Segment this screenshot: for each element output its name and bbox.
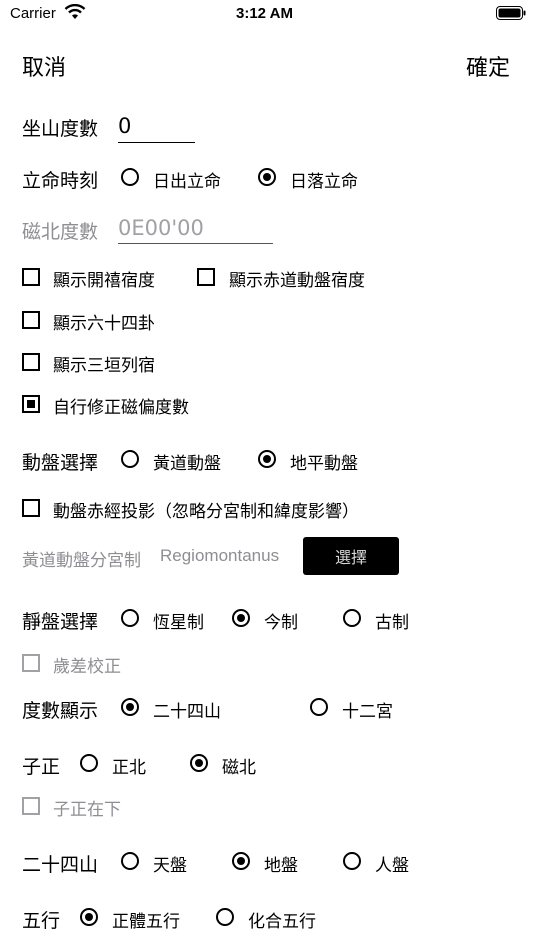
sitting-degree-input[interactable]: 0 [118,114,131,138]
show-64gua-checkbox[interactable] [22,311,40,329]
magnetic-north-input[interactable]: 0E00'00 [118,216,204,240]
sidereal-label[interactable]: 恆星制 [153,608,204,633]
earth-disc-radio[interactable] [232,852,250,870]
ecliptic-disc-radio[interactable] [121,450,139,468]
status-time: 3:12 AM [236,5,293,22]
magnetic-north-radio[interactable] [190,754,208,772]
modern-label[interactable]: 今制 [264,608,298,633]
sunrise-radio[interactable] [121,168,139,186]
true-north-radio[interactable] [80,754,98,772]
confirm-button[interactable]: 確定 [466,50,510,82]
magnetic-north-option-label[interactable]: 磁北 [222,753,256,778]
mountains24-label: 二十四山 [22,854,99,876]
horizon-disc-radio[interactable] [258,450,276,468]
degree-display-label: 度數顯示 [22,700,99,722]
precession-label[interactable]: 歲差校正 [53,652,121,677]
palaces12-radio[interactable] [310,698,328,716]
zizheng-below-checkbox[interactable] [22,797,40,815]
earth-disc-label[interactable]: 地盤 [264,851,298,876]
show-sanyuan-checkbox[interactable] [22,353,40,371]
show-64gua-label[interactable]: 顯示六十四卦 [53,309,155,334]
mountains24-display-label[interactable]: 二十四山 [153,697,221,722]
human-disc-radio[interactable] [343,852,361,870]
life-time-label: 立命時刻 [22,170,99,192]
show-equator-label[interactable]: 顯示赤道動盤宿度 [229,266,365,291]
projection-checkbox[interactable] [22,499,40,517]
ecliptic-disc-label[interactable]: 黃道動盤 [153,449,221,474]
magnetic-north-label: 磁北度數 [22,221,99,243]
magnetic-north-underline [118,243,273,244]
moving-disc-label: 動盤選擇 [22,452,99,474]
zizheng-below-label[interactable]: 子正在下 [53,795,121,820]
orthodox-elements-radio[interactable] [80,908,98,926]
show-kaixi-checkbox[interactable] [22,268,40,286]
select-house-system-button[interactable]: 選擇 [303,537,399,575]
carrier-label: Carrier [10,5,56,22]
ancient-radio[interactable] [343,609,361,627]
house-system-value: Regiomontanus [160,546,280,565]
sunset-label[interactable]: 日落立命 [290,167,358,192]
heaven-disc-radio[interactable] [121,852,139,870]
show-kaixi-label[interactable]: 顯示開禧宿度 [53,266,155,291]
cancel-button[interactable]: 取消 [22,50,66,82]
true-north-label[interactable]: 正北 [112,753,146,778]
sitting-degree-label: 坐山度數 [22,118,99,140]
ancient-label[interactable]: 古制 [375,608,409,633]
precession-checkbox[interactable] [22,654,40,672]
combined-elements-label[interactable]: 化合五行 [248,907,316,932]
horizon-disc-label[interactable]: 地平動盤 [290,449,358,474]
zizheng-label: 子正 [22,756,61,778]
show-equator-checkbox[interactable] [197,268,215,286]
orthodox-elements-label[interactable]: 正體五行 [112,907,180,932]
sunset-radio[interactable] [258,168,276,186]
house-system-label: 黃道動盤分宮制 [22,551,141,571]
heaven-disc-label[interactable]: 天盤 [153,851,187,876]
battery-icon [496,6,526,20]
palaces12-label[interactable]: 十二宮 [342,697,393,722]
wifi-icon [64,4,86,19]
modern-radio[interactable] [232,609,250,627]
sitting-degree-underline [118,142,195,143]
combined-elements-radio[interactable] [216,908,234,926]
self-correct-checkbox[interactable] [22,395,40,413]
human-disc-label[interactable]: 人盤 [375,851,409,876]
mountains24-display-radio[interactable] [121,698,139,716]
sidereal-radio[interactable] [121,609,139,627]
sunrise-label[interactable]: 日出立命 [153,167,221,192]
self-correct-label[interactable]: 自行修正磁偏度數 [53,393,189,418]
show-sanyuan-label[interactable]: 顯示三垣列宿 [53,351,155,376]
projection-label[interactable]: 動盤赤經投影（忽略分宮制和緯度影響） [53,497,359,522]
five-elements-label: 五行 [22,910,61,932]
static-disc-label: 靜盤選擇 [22,611,99,633]
